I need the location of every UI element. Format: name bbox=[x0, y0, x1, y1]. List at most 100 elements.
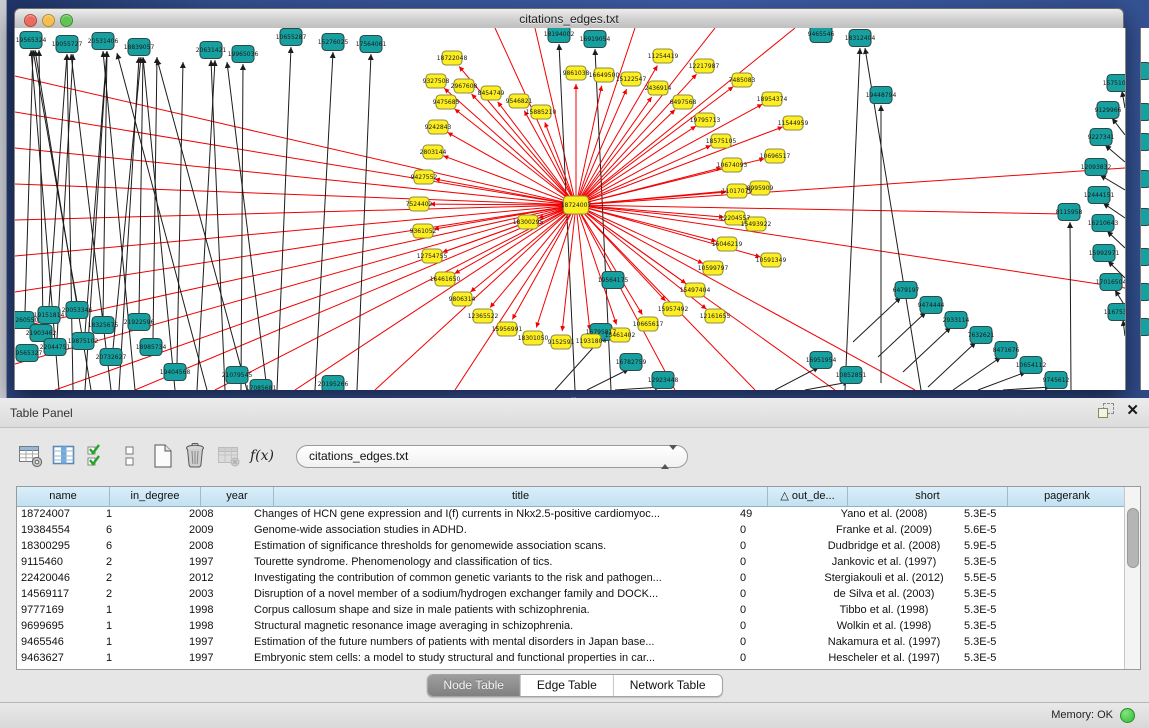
window-title: citations_edges.txt bbox=[15, 12, 1123, 26]
graph-node-label: 10654112 bbox=[1016, 362, 1047, 369]
table-cell: 9115460 bbox=[17, 554, 102, 570]
table-cell: 0 bbox=[736, 602, 808, 618]
graph-node-label: 9152591 bbox=[548, 339, 575, 346]
window-titlebar[interactable]: citations_edges.txt bbox=[14, 8, 1124, 30]
graph-node-label: 9806314 bbox=[449, 296, 476, 303]
table-cell: 1 bbox=[102, 602, 185, 618]
graph-node-label: 7485083 bbox=[729, 77, 756, 84]
graph-node-label: 2436914 bbox=[645, 85, 672, 92]
graph-edge-black bbox=[49, 54, 67, 307]
table-cell: Dudbridge et al. (2008) bbox=[808, 538, 960, 554]
tab-node-table[interactable]: Node Table bbox=[427, 675, 520, 696]
table-cell: Disruption of a novel member of a sodium… bbox=[250, 586, 736, 602]
table-cell: Embryonic stem cells: a model to study s… bbox=[250, 650, 736, 666]
graph-node-label: 12754755 bbox=[417, 253, 448, 260]
graph-node-label: 8115958 bbox=[1056, 209, 1083, 216]
table-row[interactable]: 969969511998Structural magnetic resonanc… bbox=[17, 618, 1125, 634]
column-header[interactable]: in_degree bbox=[110, 487, 201, 506]
close-panel-icon[interactable]: ✕ bbox=[1126, 403, 1139, 418]
graph-node-label: 9361052 bbox=[410, 228, 437, 235]
tab-network-table[interactable]: Network Table bbox=[613, 675, 722, 696]
graph-node-label: 15957492 bbox=[658, 306, 689, 313]
table-row[interactable]: 1938455462009Genome-wide association stu… bbox=[17, 522, 1125, 538]
table-scrollbar[interactable] bbox=[1124, 487, 1140, 669]
graph-node-label: 10591349 bbox=[756, 257, 787, 264]
graph-node-label: 19564175 bbox=[598, 277, 629, 284]
table-cell: Changes of HCN gene expression and I(f) … bbox=[250, 506, 736, 522]
new-column-icon[interactable] bbox=[148, 441, 178, 471]
table-cell: 2009 bbox=[185, 522, 250, 538]
graph-node-teal bbox=[1140, 208, 1149, 226]
graph-edge-black bbox=[878, 312, 926, 357]
delete-column-icon[interactable] bbox=[181, 441, 211, 471]
network-view[interactable]: 1956532419055727205314061883905720631421… bbox=[14, 28, 1126, 390]
table-row[interactable]: 1872400712008Changes of HCN gene express… bbox=[17, 506, 1125, 522]
column-header[interactable]: year bbox=[201, 487, 274, 506]
scrollbar-thumb[interactable] bbox=[1127, 508, 1139, 568]
graph-node-label: 19151814 bbox=[34, 312, 65, 319]
table-cell: 1 bbox=[102, 618, 185, 634]
table-selector-dropdown[interactable]: citations_edges.txt bbox=[296, 445, 688, 468]
table-cell: 2 bbox=[102, 570, 185, 586]
column-visibility-icon[interactable] bbox=[49, 441, 79, 471]
table-cell: 0 bbox=[736, 554, 808, 570]
graph-node-label: 7632621 bbox=[968, 332, 995, 339]
table-row[interactable]: 946362711997Embryonic stem cells: a mode… bbox=[17, 650, 1125, 666]
table-cell: 0 bbox=[736, 586, 808, 602]
table-cell: Estimation of significance thresholds fo… bbox=[250, 538, 736, 554]
node-table: namein_degreeyeartitle△ out_de...shortpa… bbox=[16, 486, 1141, 670]
graph-node-teal bbox=[1140, 283, 1149, 301]
table-cell: Wolkin et al. (1998) bbox=[808, 618, 960, 634]
network-canvas[interactable]: 1956532419055727205314061883905720631421… bbox=[15, 28, 1125, 390]
table-cell: 1 bbox=[102, 634, 185, 650]
table-cell: 1998 bbox=[185, 602, 250, 618]
table-cell: 1 bbox=[102, 506, 185, 522]
graph-node-label: 16461650 bbox=[430, 276, 461, 283]
status-bar: Memory: OK bbox=[0, 702, 1149, 728]
graph-node-label: 15885210 bbox=[526, 109, 557, 116]
column-header[interactable]: pagerank bbox=[1008, 487, 1127, 506]
column-header[interactable]: △ out_de... bbox=[768, 487, 848, 506]
table-settings-icon[interactable] bbox=[16, 441, 46, 471]
graph-node-label: 19565324 bbox=[16, 37, 47, 44]
graph-node-label: 22044751 bbox=[40, 344, 71, 351]
table-row[interactable]: 946554611997Estimation of the future num… bbox=[17, 634, 1125, 650]
graph-node-label: 20531406 bbox=[88, 38, 119, 45]
graph-edge-black bbox=[845, 48, 860, 390]
graph-node-label: 15751074 bbox=[1103, 80, 1125, 87]
float-panel-icon[interactable] bbox=[1098, 403, 1114, 418]
table-row[interactable]: 977716911998Corpus callosum shape and si… bbox=[17, 602, 1125, 618]
function-builder-icon[interactable]: f(x) bbox=[247, 441, 277, 471]
column-header[interactable]: title bbox=[274, 487, 768, 506]
table-cell: 9463627 bbox=[17, 650, 102, 666]
table-cell: 22420046 bbox=[17, 570, 102, 586]
graph-edge-red bbox=[576, 110, 675, 205]
table-cell: 1997 bbox=[185, 650, 250, 666]
graph-node-label: 15493922 bbox=[741, 221, 772, 228]
graph-node-teal bbox=[1140, 103, 1149, 121]
column-header[interactable]: name bbox=[17, 487, 110, 506]
tab-edge-table[interactable]: Edge Table bbox=[520, 675, 613, 696]
graph-node-label: 19055727 bbox=[52, 41, 83, 48]
table-cell: 1 bbox=[102, 650, 185, 666]
graph-node-label: 16951954 bbox=[806, 357, 837, 364]
column-header[interactable]: short bbox=[848, 487, 1008, 506]
graph-node-label: 9427552 bbox=[411, 174, 438, 181]
graph-node-label: 9129966 bbox=[1095, 107, 1122, 114]
table-cell: 9699695 bbox=[17, 618, 102, 634]
table-row[interactable]: 1456911722003Disruption of a novel membe… bbox=[17, 586, 1125, 602]
deselect-rows-icon[interactable] bbox=[115, 441, 145, 471]
table-cell: 2 bbox=[102, 586, 185, 602]
graph-node-label: 20195266 bbox=[318, 381, 349, 388]
graph-edge-black bbox=[1123, 320, 1125, 336]
table-cell: Corpus callosum shape and size in male p… bbox=[250, 602, 736, 618]
table-row[interactable]: 911546021997Tourette syndrome. Phenomeno… bbox=[17, 554, 1125, 570]
graph-node-label: 18575105 bbox=[706, 138, 737, 145]
table-row[interactable]: 1830029562008Estimation of significance … bbox=[17, 538, 1125, 554]
graph-node-label: 11931804 bbox=[576, 338, 607, 345]
table-cell: Jankovic et al. (1997) bbox=[808, 554, 960, 570]
graph-node-label: 6479197 bbox=[893, 287, 920, 294]
select-rows-icon[interactable] bbox=[82, 441, 112, 471]
table-cell: Nakamura et al. (1997) bbox=[808, 634, 960, 650]
table-row[interactable]: 2242004622012Investigating the contribut… bbox=[17, 570, 1125, 586]
